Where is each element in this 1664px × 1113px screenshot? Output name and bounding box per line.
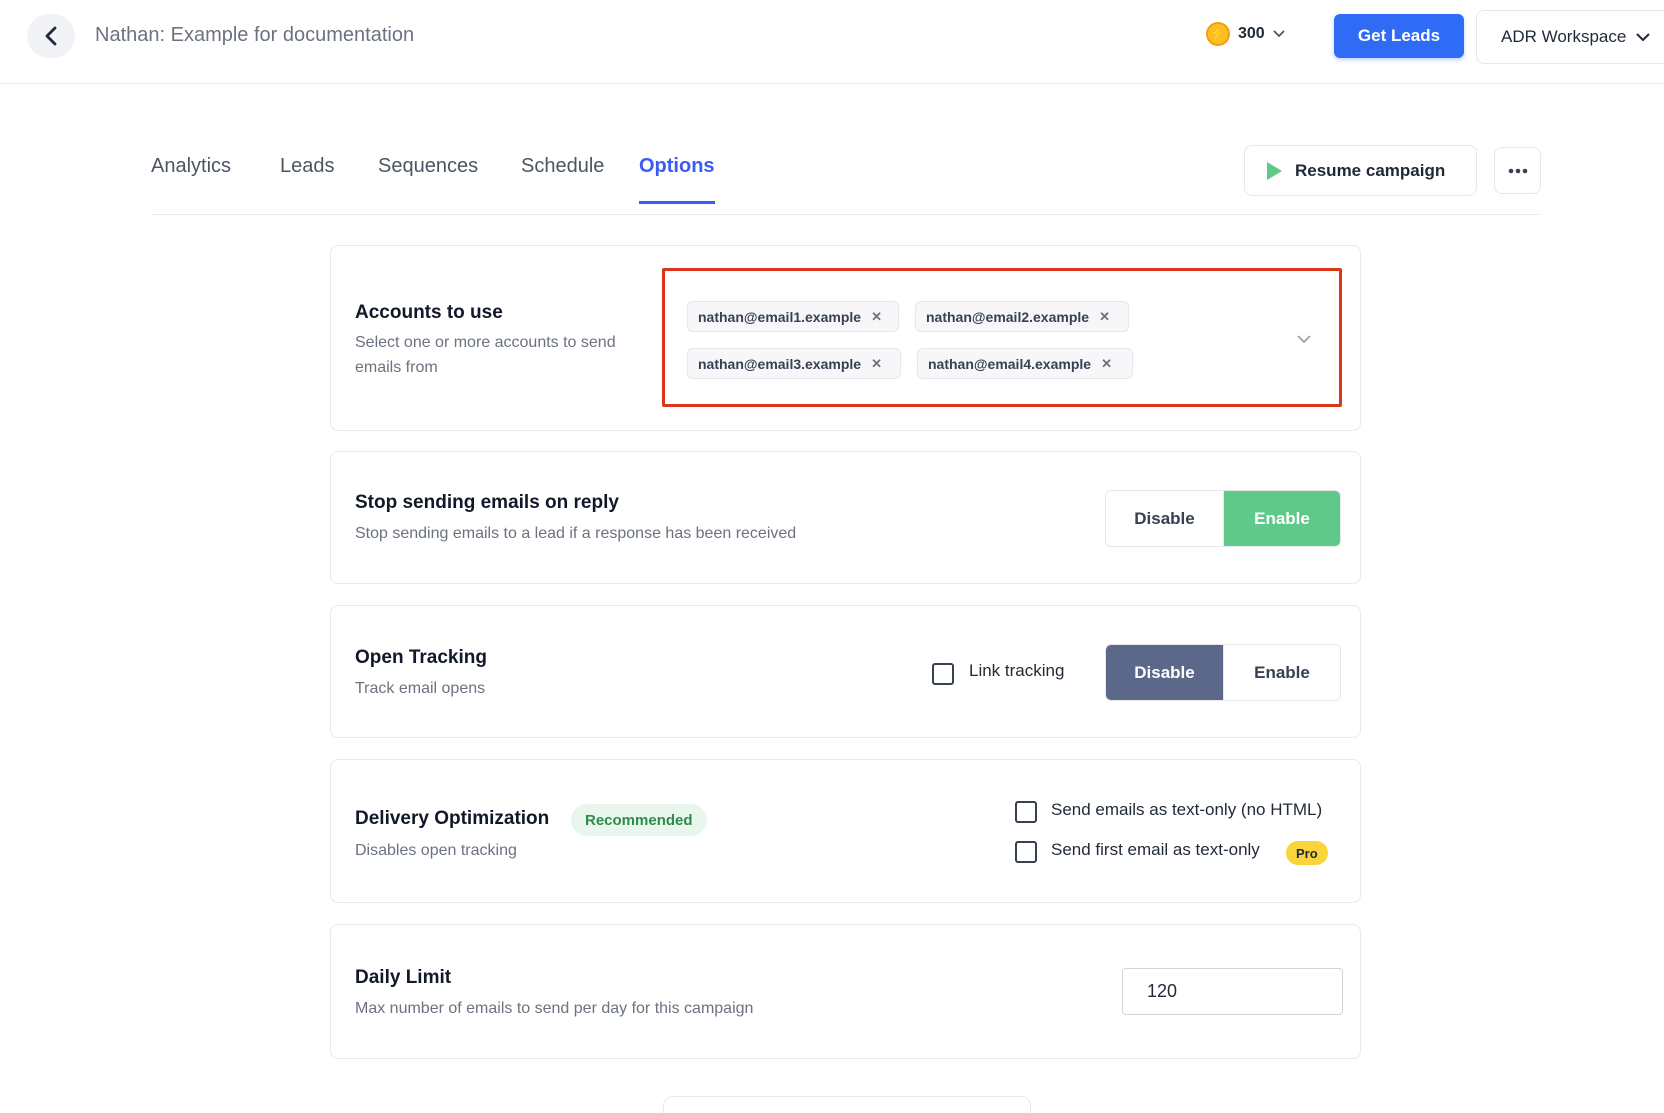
accounts-description: Select one or more accounts to send emai… xyxy=(355,334,616,376)
daily-limit-card: Daily Limit Max number of emails to send… xyxy=(330,924,1361,1059)
daily-limit-description: Max number of emails to send per day for… xyxy=(355,1000,754,1017)
recommended-badge: Recommended xyxy=(571,804,707,836)
bottom-action-card[interactable] xyxy=(663,1096,1031,1113)
tab-leads[interactable]: Leads xyxy=(280,155,335,198)
pro-badge: Pro xyxy=(1286,841,1328,865)
accounts-card: Accounts to use Select one or more accou… xyxy=(330,245,1361,431)
remove-chip-icon[interactable]: ✕ xyxy=(871,356,882,372)
text-only-label: Send emails as text-only (no HTML) xyxy=(1051,800,1323,819)
top-bar: Nathan: Example for documentation ⚡ 300 … xyxy=(0,0,1664,84)
link-tracking-label: Link tracking xyxy=(969,661,1065,680)
chevron-down-icon[interactable] xyxy=(1297,331,1311,349)
chevron-down-icon xyxy=(1273,30,1285,38)
accounts-multiselect[interactable]: nathan@email1.example ✕ nathan@email2.ex… xyxy=(662,268,1342,407)
more-horizontal-icon xyxy=(1508,168,1527,173)
stop-on-reply-description: Stop sending emails to a lead if a respo… xyxy=(355,525,797,542)
delivery-optimization-card: Delivery Optimization Recommended Disabl… xyxy=(330,759,1361,903)
account-chip: nathan@email3.example ✕ xyxy=(687,348,901,379)
lightning-coin-icon: ⚡ xyxy=(1206,22,1230,46)
open-tracking-toggle: Disable Enable xyxy=(1105,644,1341,701)
remove-chip-icon[interactable]: ✕ xyxy=(1099,309,1110,325)
open-tracking-card: Open Tracking Track email opens Link tra… xyxy=(330,605,1361,738)
remove-chip-icon[interactable]: ✕ xyxy=(1101,356,1112,372)
resume-campaign-button[interactable]: Resume campaign xyxy=(1244,145,1477,196)
stop-on-reply-card: Stop sending emails on reply Stop sendin… xyxy=(330,451,1361,584)
open-tracking-disable-button[interactable]: Disable xyxy=(1106,645,1223,700)
account-chip: nathan@email2.example ✕ xyxy=(915,301,1129,332)
tab-schedule[interactable]: Schedule xyxy=(521,155,604,198)
chevron-left-icon xyxy=(45,26,57,46)
stop-on-reply-toggle: Disable Enable xyxy=(1105,490,1341,547)
stop-on-reply-disable-button[interactable]: Disable xyxy=(1106,491,1223,546)
credits-dropdown[interactable]: ⚡ 300 xyxy=(1206,22,1285,46)
tab-analytics[interactable]: Analytics xyxy=(151,155,231,198)
link-tracking-checkbox[interactable] xyxy=(932,663,954,685)
account-chip: nathan@email1.example ✕ xyxy=(687,301,899,332)
resume-campaign-label: Resume campaign xyxy=(1295,160,1446,180)
page-title: Nathan: Example for documentation xyxy=(95,24,415,46)
daily-limit-input[interactable] xyxy=(1122,968,1343,1015)
remove-chip-icon[interactable]: ✕ xyxy=(871,309,882,325)
account-chip: nathan@email4.example ✕ xyxy=(917,348,1133,379)
accounts-title: Accounts to use xyxy=(355,302,503,323)
open-tracking-enable-button[interactable]: Enable xyxy=(1223,645,1340,700)
open-tracking-title: Open Tracking xyxy=(355,647,487,668)
workspace-selector[interactable]: ADR Workspace xyxy=(1476,10,1664,64)
first-text-only-checkbox[interactable] xyxy=(1015,841,1037,863)
delivery-title: Delivery Optimization xyxy=(355,808,550,829)
workspace-name: ADR Workspace xyxy=(1501,27,1627,46)
stop-on-reply-title: Stop sending emails on reply xyxy=(355,492,619,513)
tab-options[interactable]: Options xyxy=(639,155,715,204)
get-leads-button[interactable]: Get Leads xyxy=(1334,14,1464,58)
more-options-button[interactable] xyxy=(1494,147,1541,194)
daily-limit-title: Daily Limit xyxy=(355,967,452,988)
credits-value: 300 xyxy=(1238,25,1265,42)
chevron-down-icon xyxy=(1636,32,1651,41)
delivery-description: Disables open tracking xyxy=(355,842,517,859)
text-only-checkbox[interactable] xyxy=(1015,801,1037,823)
open-tracking-description: Track email opens xyxy=(355,680,486,697)
back-button[interactable] xyxy=(27,14,75,58)
play-icon xyxy=(1267,161,1282,180)
stop-on-reply-enable-button[interactable]: Enable xyxy=(1223,491,1340,546)
tab-sequences[interactable]: Sequences xyxy=(378,155,478,198)
first-text-only-label: Send first email as text-only xyxy=(1051,840,1260,859)
